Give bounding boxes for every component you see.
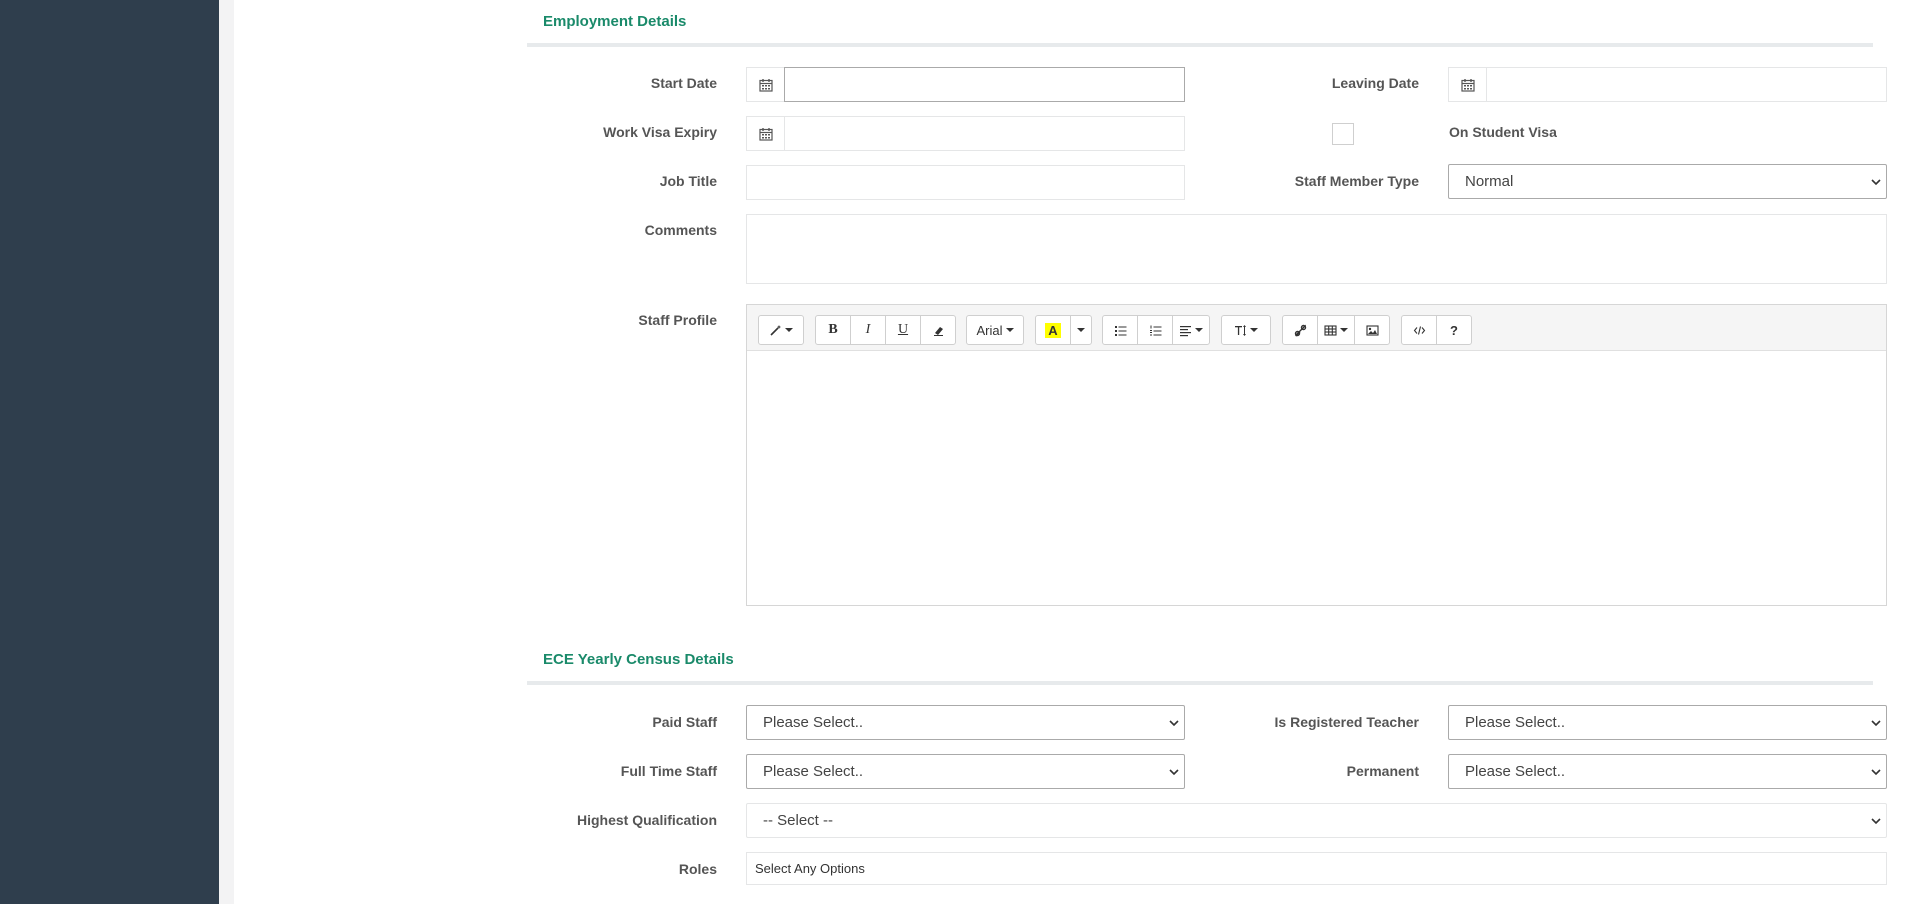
work-visa-expiry-input[interactable] xyxy=(784,116,1185,151)
magic-wand-icon xyxy=(770,324,781,336)
underline-button[interactable]: U xyxy=(885,315,921,345)
paragraph-align-dropdown[interactable] xyxy=(1172,315,1210,345)
editor-content-area[interactable] xyxy=(747,352,1886,605)
employment-section-title: Employment Details xyxy=(543,13,687,30)
calendar-icon xyxy=(758,78,773,92)
student-visa-label: On Student Visa xyxy=(1449,124,1557,140)
link-icon xyxy=(1294,324,1306,336)
highest-qualification-value: -- Select -- xyxy=(763,812,834,829)
chevron-down-icon xyxy=(1871,818,1881,825)
caret-icon xyxy=(1340,328,1348,332)
calendar-icon xyxy=(758,127,773,141)
highest-qualification-label: Highest Qualification xyxy=(576,812,717,828)
caret-icon xyxy=(1250,328,1258,332)
font-size-dropdown[interactable] xyxy=(1221,315,1271,345)
insert-table-dropdown[interactable] xyxy=(1317,315,1355,345)
editor-toolbar: B I U Arial A ? xyxy=(747,305,1886,351)
chevron-down-icon xyxy=(1871,720,1881,727)
text-color-button[interactable]: A xyxy=(1035,315,1071,345)
roles-label: Roles xyxy=(678,861,717,877)
highest-qualification-select[interactable]: -- Select -- xyxy=(746,803,1887,838)
font-family-value: Arial xyxy=(976,322,1003,338)
unordered-list-button[interactable] xyxy=(1102,315,1138,345)
staff-member-type-value: Normal xyxy=(1465,173,1514,190)
roles-placeholder: Select Any Options xyxy=(755,861,865,876)
work-visa-calendar-button[interactable] xyxy=(746,116,785,151)
employment-section-divider xyxy=(527,43,1873,47)
caret-icon xyxy=(1077,328,1085,332)
help-button[interactable]: ? xyxy=(1436,315,1472,345)
chevron-down-icon xyxy=(1871,769,1881,776)
chevron-down-icon xyxy=(1169,720,1179,727)
paid-staff-label: Paid Staff xyxy=(652,714,717,730)
ordered-list-button[interactable] xyxy=(1137,315,1173,345)
comments-textarea[interactable] xyxy=(746,214,1887,284)
registered-teacher-select[interactable]: Please Select.. xyxy=(1448,705,1887,740)
align-left-icon xyxy=(1180,325,1191,336)
code-icon xyxy=(1413,325,1425,335)
ordered-list-icon xyxy=(1149,325,1161,335)
paid-staff-value: Please Select.. xyxy=(763,714,864,731)
roles-multiselect[interactable]: Select Any Options xyxy=(746,852,1887,885)
leaving-date-input[interactable] xyxy=(1486,67,1887,102)
font-family-dropdown[interactable]: Arial xyxy=(966,315,1024,345)
permanent-label: Permanent xyxy=(1346,763,1419,779)
left-sidebar xyxy=(0,0,219,904)
calendar-icon xyxy=(1460,78,1475,92)
registered-teacher-label: Is Registered Teacher xyxy=(1274,714,1419,730)
leaving-date-calendar-button[interactable] xyxy=(1448,67,1487,102)
caret-icon xyxy=(785,328,793,332)
insert-link-button[interactable] xyxy=(1282,315,1318,345)
color-dropdown-button[interactable] xyxy=(1070,315,1092,345)
leaving-date-label: Leaving Date xyxy=(1331,75,1419,91)
unordered-list-icon xyxy=(1114,325,1126,336)
picture-icon xyxy=(1365,324,1379,336)
insert-picture-button[interactable] xyxy=(1354,315,1390,345)
census-section-divider xyxy=(527,681,1873,685)
staff-member-type-select[interactable]: Normal xyxy=(1448,164,1887,199)
italic-button[interactable]: I xyxy=(850,315,886,345)
clear-format-button[interactable] xyxy=(920,315,956,345)
census-section-title: ECE Yearly Census Details xyxy=(543,651,734,668)
style-dropdown-button[interactable] xyxy=(758,315,804,345)
staff-member-type-label: Staff Member Type xyxy=(1294,173,1419,189)
chevron-down-icon xyxy=(1871,179,1881,186)
staff-profile-label: Staff Profile xyxy=(638,312,717,328)
permanent-value: Please Select.. xyxy=(1465,763,1566,780)
start-date-calendar-button[interactable] xyxy=(746,67,785,102)
full-time-staff-select[interactable]: Please Select.. xyxy=(746,754,1185,789)
student-visa-checkbox[interactable] xyxy=(1332,123,1354,145)
start-date-label: Start Date xyxy=(650,75,717,91)
highlight-letter-icon: A xyxy=(1045,322,1061,338)
eraser-icon xyxy=(933,326,943,336)
caret-icon xyxy=(1005,328,1014,332)
sidebar-gutter xyxy=(219,0,234,904)
work-visa-expiry-label: Work Visa Expiry xyxy=(603,124,717,140)
registered-teacher-value: Please Select.. xyxy=(1465,714,1566,731)
comments-label: Comments xyxy=(644,222,717,238)
bold-button[interactable]: B xyxy=(815,315,851,345)
full-time-staff-label: Full Time Staff xyxy=(620,763,717,779)
caret-icon xyxy=(1195,328,1203,332)
permanent-select[interactable]: Please Select.. xyxy=(1448,754,1887,789)
chevron-down-icon xyxy=(1169,769,1179,776)
staff-profile-editor: B I U Arial A ? xyxy=(746,304,1887,606)
job-title-input[interactable] xyxy=(746,165,1185,200)
text-height-icon xyxy=(1235,324,1246,336)
full-time-staff-value: Please Select.. xyxy=(763,763,864,780)
table-icon xyxy=(1324,324,1337,336)
code-view-button[interactable] xyxy=(1401,315,1437,345)
job-title-label: Job Title xyxy=(659,173,717,189)
paid-staff-select[interactable]: Please Select.. xyxy=(746,705,1185,740)
start-date-input[interactable] xyxy=(784,67,1185,102)
